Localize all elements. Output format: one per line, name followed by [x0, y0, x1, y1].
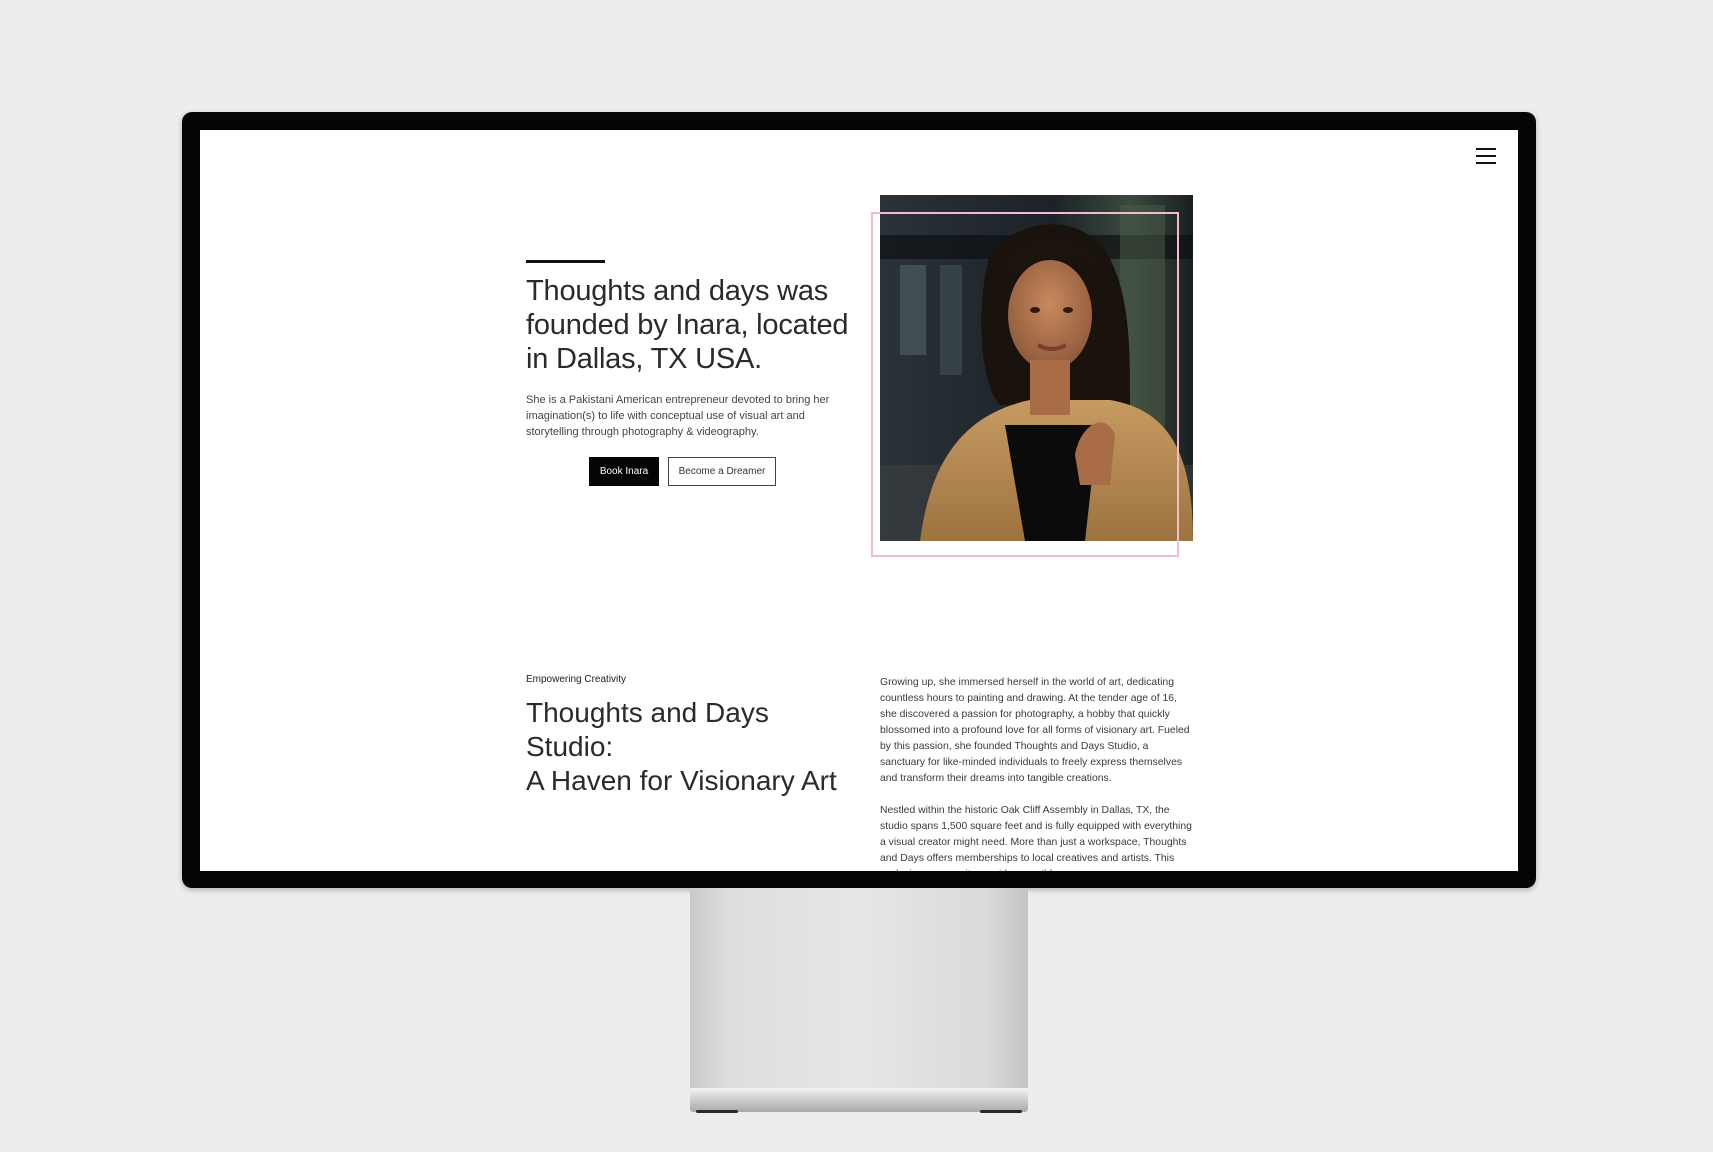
hero-title: Thoughts and days was founded by Inara, …: [526, 275, 849, 375]
monitor-stand-base: [690, 1088, 1028, 1112]
become-dreamer-button[interactable]: Become a Dreamer: [668, 457, 776, 486]
hero-description: She is a Pakistani American entrepreneur…: [526, 394, 830, 438]
section-title-line-3: A Haven for Visionary Art: [526, 765, 837, 796]
section-title: Thoughts and Days Studio: A Haven for Vi…: [526, 696, 846, 798]
website-screen: Thoughts and days was founded by Inara, …: [200, 130, 1518, 871]
book-inara-button[interactable]: Book Inara: [589, 457, 659, 486]
section-eyebrow: Empowering Creativity: [526, 674, 627, 685]
stand-foot-left: [696, 1110, 738, 1113]
section-title-line-2: Studio:: [526, 731, 614, 762]
section-body: Growing up, she immersed herself in the …: [880, 675, 1192, 871]
section-title-line-1: Thoughts and Days: [526, 697, 769, 728]
hamburger-menu-icon[interactable]: [1476, 148, 1496, 164]
body-paragraph-1: Growing up, she immersed herself in the …: [880, 677, 1190, 784]
title-accent-line: [526, 260, 605, 263]
photo-accent-frame: [871, 212, 1179, 557]
stand-foot-right: [980, 1110, 1022, 1113]
monitor-stand: [690, 888, 1028, 1088]
body-paragraph-2: Nestled within the historic Oak Cliff As…: [880, 805, 1192, 871]
